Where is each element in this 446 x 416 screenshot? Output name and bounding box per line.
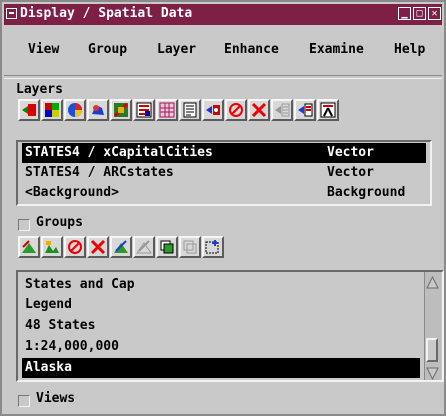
- add-layer-icon[interactable]: [18, 99, 40, 121]
- views-label: Views: [36, 391, 76, 406]
- add-special-icon[interactable]: [202, 99, 224, 121]
- add-tin-icon[interactable]: [156, 99, 178, 121]
- window-menu-icon[interactable]: [6, 8, 17, 19]
- add-geometric-icon[interactable]: [110, 99, 132, 121]
- group-stack-icon[interactable]: [179, 236, 201, 258]
- remove-layer-icon[interactable]: [225, 99, 247, 121]
- list-item[interactable]: <Background> Background: [22, 183, 426, 203]
- list-item[interactable]: Alaska: [22, 358, 420, 378]
- layer-controls-icon[interactable]: [317, 99, 339, 121]
- layers-list: STATES4 / xCapitalCities Vector STATES4 …: [16, 140, 432, 206]
- groups-label: Groups: [36, 215, 83, 230]
- add-text-icon[interactable]: [179, 99, 201, 121]
- groups-scrollbar[interactable]: [424, 272, 441, 381]
- group-extents-icon[interactable]: [202, 236, 224, 258]
- group-edit-icon[interactable]: [133, 236, 155, 258]
- add-rgb-icon[interactable]: [64, 99, 86, 121]
- menu-group[interactable]: Group: [88, 40, 127, 60]
- layer-type: Background: [327, 185, 406, 200]
- groups-toolbar: [18, 236, 318, 262]
- new-layout-icon[interactable]: [41, 236, 63, 258]
- add-vector-icon[interactable]: [87, 99, 109, 121]
- menu-bar: View Group Layer Enhance Examine Help: [4, 40, 442, 60]
- menu-separator: [4, 75, 442, 79]
- scroll-thumb[interactable]: [426, 338, 438, 362]
- layers-toolbar: [18, 99, 430, 125]
- group-settings-icon[interactable]: [110, 236, 132, 258]
- list-item[interactable]: STATES4 / ARCstates Vector: [22, 163, 426, 183]
- delete-icon[interactable]: [248, 99, 270, 121]
- group-name: States and Cap: [25, 277, 135, 292]
- menu-help[interactable]: Help: [394, 40, 425, 60]
- layer-name: STATES4 / xCapitalCities: [25, 145, 213, 160]
- delete-group-icon[interactable]: [87, 236, 109, 258]
- scroll-down-icon[interactable]: [426, 365, 439, 381]
- lower-layer-icon[interactable]: [294, 99, 316, 121]
- layers-label: Layers: [16, 82, 63, 97]
- list-item[interactable]: STATES4 / xCapitalCities Vector: [22, 143, 426, 163]
- add-raster-icon[interactable]: [41, 99, 63, 121]
- new-group-icon[interactable]: [18, 236, 40, 258]
- maximize-icon[interactable]: □: [413, 7, 426, 20]
- display-spatial-data-window: Display / Spatial Data ▁ □ ✕ View Group …: [0, 0, 446, 416]
- group-name: 1:24,000,000: [25, 339, 119, 354]
- layer-name: STATES4 / ARCstates: [25, 165, 174, 180]
- menu-view[interactable]: View: [28, 40, 59, 60]
- remove-group-icon[interactable]: [64, 236, 86, 258]
- group-name: Alaska: [25, 360, 72, 375]
- layer-type: Vector: [327, 165, 374, 180]
- window-title: Display / Spatial Data: [20, 6, 193, 21]
- layer-type: Vector: [327, 145, 374, 160]
- group-name: 48 States: [25, 318, 96, 333]
- list-item[interactable]: 48 States: [22, 316, 420, 336]
- raise-layer-icon[interactable]: [271, 99, 293, 121]
- group-copy-icon[interactable]: [156, 236, 178, 258]
- groups-list: States and Cap Legend 48 States 1:24,000…: [16, 270, 444, 382]
- minimize-icon[interactable]: ▁: [398, 7, 411, 20]
- groups-toggle[interactable]: [18, 219, 30, 231]
- menu-layer[interactable]: Layer: [157, 40, 196, 60]
- views-toggle[interactable]: [18, 395, 30, 407]
- title-bar[interactable]: Display / Spatial Data ▁ □ ✕: [4, 4, 442, 25]
- list-item[interactable]: 1:24,000,000: [22, 337, 420, 357]
- scroll-up-icon[interactable]: [426, 274, 439, 289]
- menu-examine[interactable]: Examine: [309, 40, 364, 60]
- menu-enhance[interactable]: Enhance: [224, 40, 279, 60]
- add-cad-icon[interactable]: [133, 99, 155, 121]
- group-name: Legend: [25, 297, 72, 312]
- list-item[interactable]: Legend: [22, 295, 420, 315]
- layer-name: <Background>: [25, 185, 119, 200]
- list-item[interactable]: States and Cap: [22, 275, 420, 295]
- close-icon[interactable]: ✕: [428, 7, 441, 20]
